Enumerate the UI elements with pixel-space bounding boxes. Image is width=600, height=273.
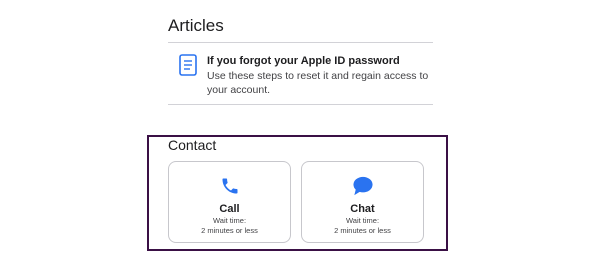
chat-option-card[interactable]: Chat Wait time: 2 minutes or less — [301, 161, 424, 243]
call-wait-time: Wait time: 2 minutes or less — [169, 216, 290, 236]
chat-wait-label: Wait time: — [345, 216, 380, 225]
chat-bubble-icon — [352, 176, 373, 196]
contact-heading: Contact — [168, 137, 217, 153]
support-page: Articles If you forgot your Apple ID pas… — [0, 0, 600, 273]
article-description: Use these steps to reset it and regain a… — [207, 70, 429, 96]
phone-icon — [222, 178, 237, 194]
article-item-forgot-password[interactable]: If you forgot your Apple ID password Use… — [168, 42, 433, 104]
chat-wait-value: 2 minutes or less — [334, 226, 391, 235]
articles-divider-bottom — [168, 104, 433, 105]
chat-wait-time: Wait time: 2 minutes or less — [302, 216, 423, 236]
call-wait-value: 2 minutes or less — [201, 226, 258, 235]
call-label: Call — [219, 203, 240, 215]
articles-heading: Articles — [168, 16, 224, 35]
chat-label: Chat — [350, 203, 375, 215]
call-option-card[interactable]: Call Wait time: 2 minutes or less — [168, 161, 291, 243]
article-title[interactable]: If you forgot your Apple ID password — [207, 54, 433, 68]
call-wait-label: Wait time: — [212, 216, 247, 225]
article-text: If you forgot your Apple ID password Use… — [207, 54, 433, 97]
document-icon — [179, 54, 197, 76]
